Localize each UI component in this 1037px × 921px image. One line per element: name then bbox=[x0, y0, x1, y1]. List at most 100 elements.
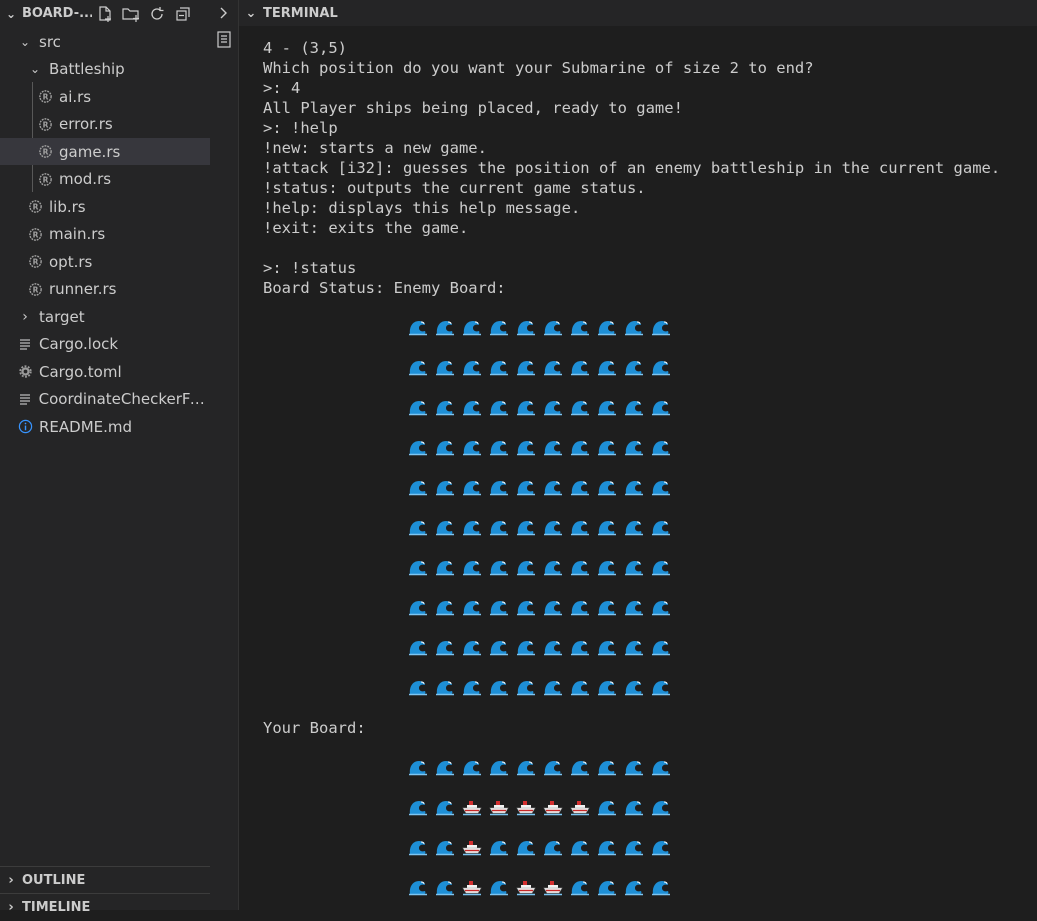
wave-icon bbox=[543, 597, 570, 617]
rust-file-icon: R bbox=[26, 282, 44, 297]
wave-icon bbox=[435, 757, 462, 777]
wave-icon bbox=[543, 437, 570, 457]
collapse-all-icon[interactable] bbox=[170, 0, 196, 27]
board-row bbox=[408, 387, 678, 427]
explorer-item-label: lib.rs bbox=[49, 197, 86, 216]
board-row bbox=[408, 547, 678, 587]
rust-file-icon: R bbox=[36, 89, 54, 104]
terminal-panel[interactable]: ⌄ TERMINAL 4 - (3,5) Which position do yo… bbox=[239, 0, 1037, 910]
explorer-item-label: mod.rs bbox=[59, 170, 112, 188]
wave-icon bbox=[570, 877, 597, 897]
svg-text:R: R bbox=[32, 230, 38, 239]
chevron-down-icon[interactable]: ⌄ bbox=[239, 6, 263, 21]
explorer-header[interactable]: ⌄ BOARD-... bbox=[0, 0, 210, 27]
wave-icon bbox=[516, 477, 543, 497]
explorer-item[interactable]: Rlib.rs bbox=[0, 193, 210, 220]
timeline-panel-header[interactable]: › TIMELINE bbox=[0, 893, 210, 921]
wave-icon bbox=[489, 677, 516, 697]
explorer-item[interactable]: ⌄ Battleship bbox=[0, 56, 210, 83]
wave-icon bbox=[516, 357, 543, 377]
terminal-line: >: !status bbox=[263, 259, 357, 277]
ship-icon bbox=[462, 877, 489, 897]
wave-icon bbox=[570, 477, 597, 497]
board-row bbox=[408, 747, 678, 787]
wave-icon bbox=[462, 677, 489, 697]
wave-icon bbox=[435, 397, 462, 417]
wave-icon bbox=[597, 397, 624, 417]
wave-icon bbox=[516, 837, 543, 857]
wave-icon bbox=[408, 597, 435, 617]
wave-icon bbox=[435, 357, 462, 377]
wave-icon bbox=[624, 557, 651, 577]
new-file-icon[interactable] bbox=[92, 0, 118, 27]
explorer-item[interactable]: › target bbox=[0, 303, 210, 330]
wave-icon bbox=[543, 677, 570, 697]
wave-icon bbox=[624, 517, 651, 537]
explorer-item[interactable]: CoordinateCheckerFu... bbox=[0, 386, 210, 413]
wave-icon bbox=[624, 637, 651, 657]
chevron-right-icon[interactable]: › bbox=[0, 873, 22, 888]
wave-icon bbox=[651, 397, 678, 417]
explorer-item[interactable]: Rai.rs bbox=[0, 83, 210, 110]
chevron-right-icon[interactable]: › bbox=[0, 900, 22, 915]
wave-icon bbox=[489, 517, 516, 537]
wave-icon bbox=[408, 437, 435, 457]
your-board bbox=[408, 747, 678, 907]
wave-icon bbox=[408, 757, 435, 777]
explorer-item-label: main.rs bbox=[49, 225, 106, 243]
explorer-item[interactable]: Rmain.rs bbox=[0, 221, 210, 248]
chevron-down-icon[interactable]: ⌄ bbox=[0, 7, 22, 21]
outline-label: OUTLINE bbox=[22, 873, 86, 888]
explorer-item[interactable]: Cargo.toml bbox=[0, 358, 210, 385]
wave-icon bbox=[570, 637, 597, 657]
explorer-item[interactable]: Rrunner.rs bbox=[0, 276, 210, 303]
board-row bbox=[408, 667, 678, 707]
wave-icon bbox=[651, 437, 678, 457]
explorer-item-label: ai.rs bbox=[59, 87, 92, 106]
wave-icon bbox=[624, 877, 651, 897]
explorer-item[interactable]: Cargo.lock bbox=[0, 331, 210, 358]
wave-icon bbox=[516, 597, 543, 617]
wave-icon bbox=[651, 877, 678, 897]
explorer-item[interactable]: Rgame.rs bbox=[0, 138, 210, 165]
wave-icon bbox=[489, 557, 516, 577]
wave-icon bbox=[543, 397, 570, 417]
explorer-item[interactable]: ⌄ src bbox=[0, 28, 210, 55]
explorer-item[interactable]: Ropt.rs bbox=[0, 248, 210, 275]
wave-icon bbox=[651, 637, 678, 657]
workspace-title[interactable]: BOARD-... bbox=[22, 6, 92, 21]
wave-icon bbox=[570, 837, 597, 857]
clipboard-icon[interactable] bbox=[214, 29, 234, 49]
timeline-label: TIMELINE bbox=[22, 900, 91, 915]
outline-panel-header[interactable]: › OUTLINE bbox=[0, 866, 210, 894]
terminal-line: !exit: exits the game. bbox=[263, 219, 469, 237]
wave-icon bbox=[408, 877, 435, 897]
terminal-header[interactable]: ⌄ TERMINAL bbox=[239, 0, 1037, 26]
wave-icon bbox=[543, 517, 570, 537]
wave-icon bbox=[597, 357, 624, 377]
wave-icon bbox=[570, 757, 597, 777]
wave-icon bbox=[435, 877, 462, 897]
wave-icon bbox=[543, 837, 570, 857]
wave-icon bbox=[570, 597, 597, 617]
new-folder-icon[interactable] bbox=[118, 0, 144, 27]
explorer-item[interactable]: README.md bbox=[0, 413, 210, 440]
wave-icon bbox=[489, 317, 516, 337]
wave-icon bbox=[516, 517, 543, 537]
refresh-icon[interactable] bbox=[144, 0, 170, 27]
explorer-item[interactable]: Rerror.rs bbox=[0, 111, 210, 138]
wave-icon bbox=[624, 397, 651, 417]
wave-icon bbox=[435, 477, 462, 497]
terminal-line: !status: outputs the current game status… bbox=[263, 179, 646, 197]
wave-icon bbox=[408, 797, 435, 817]
terminal-line: >: 4 bbox=[263, 79, 301, 97]
wave-icon bbox=[543, 477, 570, 497]
wave-icon bbox=[516, 397, 543, 417]
rust-file-icon: R bbox=[36, 144, 54, 159]
terminal-line: Which position do you want your Submarin… bbox=[263, 59, 814, 77]
chevron-right-icon[interactable] bbox=[214, 3, 234, 23]
wave-icon bbox=[489, 357, 516, 377]
explorer-item[interactable]: Rmod.rs bbox=[0, 166, 210, 193]
ship-icon bbox=[543, 877, 570, 897]
